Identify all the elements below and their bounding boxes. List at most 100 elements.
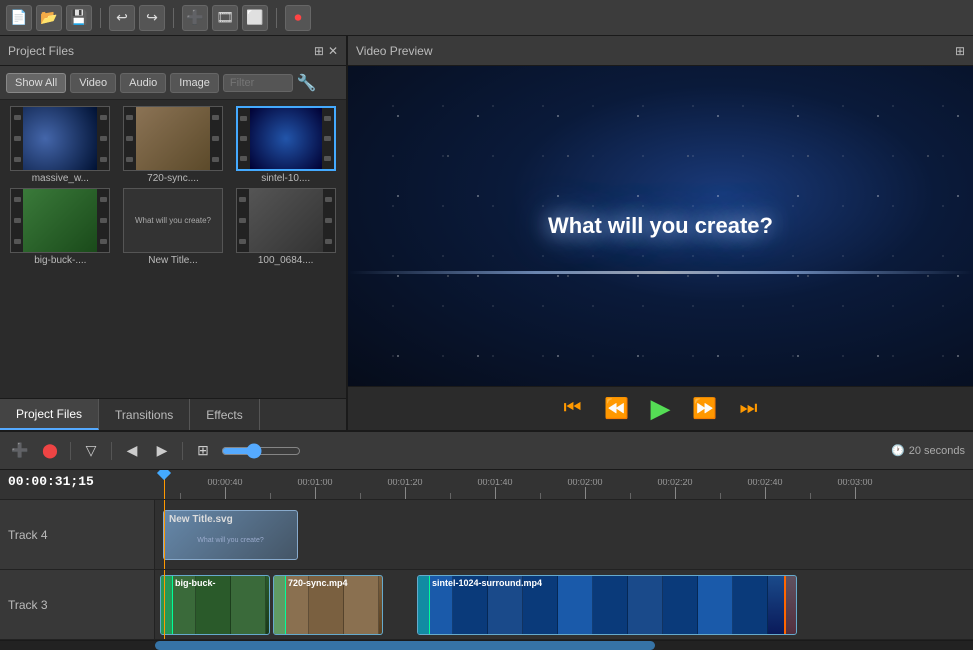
playhead-track-line [164, 570, 165, 639]
track-content-3[interactable]: big-buck- 720-sync.mp4 [155, 570, 973, 639]
list-item[interactable]: What will you create? New Title... [119, 188, 228, 266]
tab-project-files[interactable]: Project Files [0, 399, 99, 430]
ruler-mark [585, 487, 586, 499]
audio-filter-button[interactable]: Audio [120, 73, 166, 93]
timeline-content: 00:00:31;15 00:00:40 00:01:00 00:01:20 0… [0, 470, 973, 650]
video-preview-title: Video Preview [356, 44, 433, 58]
film-strip-right [323, 189, 335, 252]
zoom-slider[interactable] [221, 443, 301, 459]
film-hole [14, 239, 21, 244]
export-button[interactable]: ⬜ [242, 5, 268, 31]
jump-end-button[interactable]: ⏭ [733, 393, 765, 425]
scrollbar-thumb[interactable] [155, 641, 655, 650]
prev-marker-button[interactable]: ◀ [120, 439, 144, 463]
film-hole [212, 157, 219, 162]
film-hole [100, 157, 107, 162]
film-strip-left [11, 189, 23, 252]
timecode-display: 00:00:31;15 [8, 474, 94, 489]
film-hole [100, 197, 107, 202]
filter-input[interactable] [223, 74, 293, 92]
center-view-button[interactable]: ⊞ [191, 439, 215, 463]
timeline-ruler: 00:00:31;15 00:00:40 00:01:00 00:01:20 0… [0, 470, 973, 500]
film-frame [698, 576, 733, 634]
film-hole [100, 239, 107, 244]
film-hole [14, 136, 21, 141]
save-button[interactable]: 💾 [66, 5, 92, 31]
preview-header-icons: ⊞ [955, 44, 965, 58]
film-frame [344, 576, 379, 634]
film-strip-left [238, 108, 250, 169]
film-hole [126, 157, 133, 162]
film-hole [324, 136, 331, 141]
list-item[interactable]: 720-sync.... [119, 106, 228, 184]
list-item[interactable]: sintel-1024-surround.mp4 [417, 575, 797, 635]
track-name: Track 3 [8, 598, 48, 612]
list-item[interactable]: 100_0684.... [231, 188, 340, 266]
video-filter-button[interactable]: Video [70, 73, 116, 93]
fast-forward-button[interactable]: ⏩ [689, 393, 721, 425]
image-filter-button[interactable]: Image [170, 73, 219, 93]
project-files-header: Project Files ⊞ ✕ [0, 36, 346, 66]
toolbar: 📄 📂 💾 ↩ ↪ ➕ 🎞 ⬜ ⏺ [0, 0, 973, 36]
toolbar-separator [100, 8, 101, 28]
playhead[interactable] [164, 470, 165, 499]
record-button[interactable]: ⏺ [285, 5, 311, 31]
list-item[interactable]: New Title.svg What will you create? [163, 510, 298, 560]
next-marker-button[interactable]: ▶ [150, 439, 174, 463]
media-filename: 720-sync.... [119, 173, 228, 184]
play-button[interactable]: ▶ [645, 393, 677, 425]
film-hole [239, 239, 246, 244]
show-all-button[interactable]: Show All [6, 73, 66, 93]
main-area: Project Files ⊞ ✕ Show All Video Audio I… [0, 36, 973, 430]
film-hole [212, 136, 219, 141]
ruler-label: 00:02:40 [747, 479, 782, 487]
horizontal-scrollbar[interactable] [0, 640, 973, 650]
toolbar-sep [70, 442, 71, 460]
close-panel-icon[interactable]: ✕ [328, 44, 338, 58]
timeline-section: ➕ ⬤ ▽ ◀ ▶ ⊞ 🕐 20 seconds 00:00:31;15 00:… [0, 430, 973, 650]
film-button[interactable]: 🎞 [212, 5, 238, 31]
track-name: Track 4 [8, 528, 48, 542]
ruler-mark-minor [540, 493, 541, 499]
remove-track-button[interactable]: ⬤ [38, 439, 62, 463]
track-content-4[interactable]: New Title.svg What will you create? [155, 500, 973, 569]
ruler-label: 00:02:20 [657, 479, 692, 487]
add-track-button[interactable]: ➕ [8, 439, 32, 463]
thumbnail-image [249, 189, 323, 252]
toolbar-sep [182, 442, 183, 460]
film-hole [240, 156, 247, 161]
rewind-button[interactable]: ⏪ [601, 393, 633, 425]
media-grid: massive_w... 720-sync.... [0, 100, 346, 398]
film-strip-right [97, 189, 109, 252]
filter-clear-button[interactable]: 🔧 [297, 73, 317, 93]
redo-button[interactable]: ↪ [139, 5, 165, 31]
list-item[interactable]: 720-sync.mp4 [273, 575, 383, 635]
film-strip-left [237, 189, 249, 252]
film-strip-right [97, 107, 109, 170]
timeline-scale-label: 20 seconds [909, 445, 965, 457]
filter-tracks-button[interactable]: ▽ [79, 439, 103, 463]
jump-start-button[interactable]: ⏮ [557, 393, 589, 425]
ruler-mark-minor [450, 493, 451, 499]
film-frame [593, 576, 628, 634]
list-item[interactable]: big-buck- [160, 575, 270, 635]
thumbnail-image [250, 108, 322, 169]
undo-button[interactable]: ↩ [109, 5, 135, 31]
tab-effects[interactable]: Effects [190, 399, 259, 430]
film-hole [212, 115, 219, 120]
add-media-button[interactable]: ➕ [182, 5, 208, 31]
video-light-beam [348, 271, 973, 274]
list-item[interactable]: sintel-10.... [231, 106, 340, 184]
pin-icon[interactable]: ⊞ [314, 44, 324, 58]
table-row: Track 4 New Title.svg What will you crea… [0, 500, 973, 570]
ruler-mark [855, 487, 856, 499]
list-item[interactable]: massive_w... [6, 106, 115, 184]
tab-transitions[interactable]: Transitions [99, 399, 190, 430]
clip-in-point [161, 576, 173, 634]
open-button[interactable]: 📂 [36, 5, 62, 31]
new-button[interactable]: 📄 [6, 5, 32, 31]
clock-icon: 🕐 [891, 444, 905, 457]
ruler-marks: 00:00:40 00:01:00 00:01:20 00:01:40 00:0… [155, 479, 973, 499]
pin-icon[interactable]: ⊞ [955, 44, 965, 58]
list-item[interactable]: big-buck-.... [6, 188, 115, 266]
